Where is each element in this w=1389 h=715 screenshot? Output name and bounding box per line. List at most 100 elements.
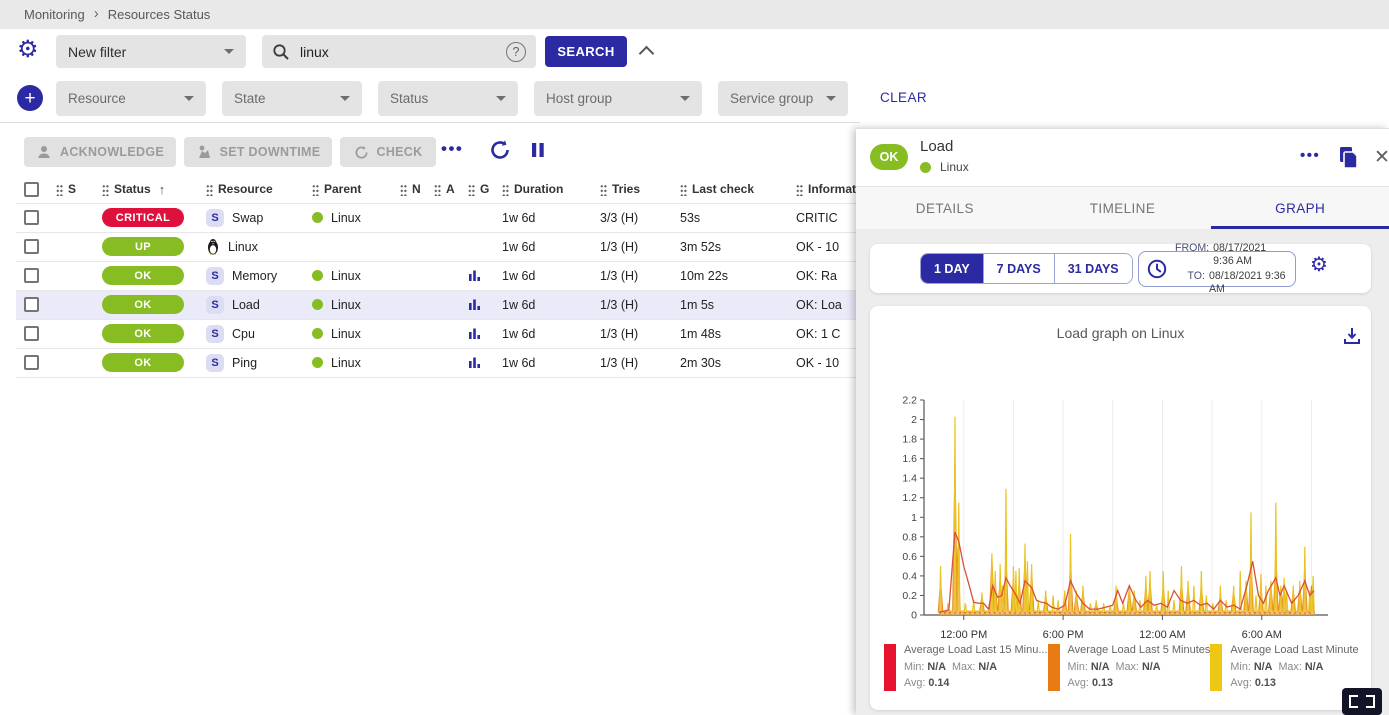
- row-checkbox[interactable]: [24, 239, 39, 254]
- tab-timeline[interactable]: TIMELINE: [1034, 187, 1212, 229]
- export-graph-icon[interactable]: [1343, 327, 1361, 345]
- panel-more-actions-icon[interactable]: •••: [1300, 147, 1320, 164]
- set-downtime-button[interactable]: SET DOWNTIME: [184, 137, 332, 167]
- column-header-parent[interactable]: Parent: [324, 182, 361, 196]
- column-drag-handle[interactable]: [680, 183, 687, 196]
- parent-name[interactable]: Linux: [331, 269, 361, 283]
- search-help-icon[interactable]: ?: [506, 42, 526, 62]
- column-header-status[interactable]: Status: [114, 182, 151, 196]
- pause-icon[interactable]: [529, 141, 547, 159]
- column-header-tries[interactable]: Tries: [612, 182, 640, 196]
- column-drag-handle[interactable]: [56, 183, 63, 196]
- sort-asc-icon[interactable]: ↑: [159, 182, 166, 197]
- more-actions-icon[interactable]: •••: [441, 139, 463, 159]
- resource-name[interactable]: Swap: [232, 211, 263, 225]
- column-drag-handle[interactable]: [434, 183, 441, 196]
- time-range-1-day-button[interactable]: 1 DAY: [921, 254, 983, 283]
- row-checkbox[interactable]: [24, 210, 39, 225]
- refresh-icon[interactable]: [489, 139, 511, 161]
- parent-name[interactable]: Linux: [331, 327, 361, 341]
- load-chart[interactable]: 00.20.40.60.811.21.41.61.822.212:00 PM6:…: [876, 388, 1346, 646]
- duration-cell: 1w 6d: [502, 319, 600, 348]
- tab-graph[interactable]: GRAPH: [1211, 187, 1389, 229]
- person-icon: [36, 144, 52, 160]
- graph-icon[interactable]: [468, 356, 481, 369]
- filter-select-state[interactable]: State: [222, 81, 362, 116]
- breadcrumb-item-resources-status[interactable]: Resources Status: [108, 7, 211, 22]
- panel-parent-label: Linux: [940, 160, 969, 174]
- close-panel-icon[interactable]: ✕: [1374, 146, 1389, 169]
- parent-name[interactable]: Linux: [331, 356, 361, 370]
- filter-settings-gear-icon[interactable]: ⚙: [17, 38, 39, 62]
- search-button[interactable]: SEARCH: [545, 36, 627, 67]
- copy-link-icon[interactable]: [1338, 146, 1360, 169]
- row-checkbox[interactable]: [24, 268, 39, 283]
- column-header-notes[interactable]: N: [412, 182, 421, 196]
- chevron-down-icon: [340, 96, 350, 101]
- resource-name[interactable]: Load: [232, 298, 260, 312]
- time-range-7-days-button[interactable]: 7 DAYS: [983, 254, 1054, 283]
- panel-title: Load: [920, 138, 953, 155]
- resource-name[interactable]: Cpu: [232, 327, 255, 341]
- row-checkbox[interactable]: [24, 326, 39, 341]
- legend-item-load1[interactable]: Average Load Last Minute Min: N/A Max: N…: [1210, 642, 1364, 691]
- status-badge: OK: [102, 295, 184, 314]
- check-button[interactable]: CHECK: [340, 137, 436, 167]
- column-drag-handle[interactable]: [468, 183, 475, 196]
- table-row[interactable]: OKSCpuLinux1w 6d1/3 (H)1m 48sOK: 1 C: [16, 319, 956, 348]
- graph-icon[interactable]: [468, 269, 481, 282]
- resource-name[interactable]: Memory: [232, 269, 277, 283]
- time-range-31-days-button[interactable]: 31 DAYS: [1054, 254, 1132, 283]
- row-checkbox[interactable]: [24, 355, 39, 370]
- table-row[interactable]: OKSMemoryLinux1w 6d1/3 (H)10m 22sOK: Ra: [16, 261, 956, 290]
- filter-select-resource[interactable]: Resource: [56, 81, 206, 116]
- resources-table: S Status ↑ Resource Parent N A G Duration…: [16, 176, 956, 378]
- filter-preset-select[interactable]: New filter: [56, 35, 246, 68]
- acknowledge-button[interactable]: ACKNOWLEDGE: [24, 137, 176, 167]
- column-header-action[interactable]: A: [446, 182, 455, 196]
- graph-icon[interactable]: [468, 298, 481, 311]
- column-header-graph[interactable]: G: [480, 182, 489, 196]
- collapse-filters-chevron-icon[interactable]: [639, 46, 655, 62]
- table-row[interactable]: CRITICALSSwapLinux1w 6d3/3 (H)53sCRITIC: [16, 203, 956, 232]
- table-row[interactable]: UPLinux1w 6d1/3 (H)3m 52sOK - 10: [16, 232, 956, 261]
- column-header-severity[interactable]: S: [68, 182, 76, 196]
- column-header-resource[interactable]: Resource: [218, 182, 273, 196]
- column-header-last-check[interactable]: Last check: [692, 182, 754, 196]
- select-all-checkbox[interactable]: [24, 182, 39, 197]
- search-input[interactable]: [300, 44, 506, 60]
- table-row[interactable]: OKSLoadLinux1w 6d1/3 (H)1m 5sOK: Loa: [16, 290, 956, 319]
- resource-name[interactable]: Ping: [232, 356, 257, 370]
- fullscreen-icon[interactable]: [1342, 688, 1382, 715]
- filter-select-status[interactable]: Status: [378, 81, 518, 116]
- breadcrumb-item-monitoring[interactable]: Monitoring: [24, 7, 85, 22]
- parent-name[interactable]: Linux: [331, 211, 361, 225]
- clear-filters-button[interactable]: CLEAR: [880, 90, 927, 105]
- row-checkbox[interactable]: [24, 297, 39, 312]
- column-drag-handle[interactable]: [206, 183, 213, 196]
- column-drag-handle[interactable]: [600, 183, 607, 196]
- add-filter-button[interactable]: +: [17, 85, 43, 111]
- filter-preset-label: New filter: [68, 44, 126, 60]
- custom-date-range-picker[interactable]: FROM:08/17/2021 9:36 AM TO:08/18/2021 9:…: [1138, 251, 1296, 287]
- legend-item-load15[interactable]: Average Load Last 15 Minu... Min: N/A Ma…: [884, 642, 1048, 691]
- tries-cell: 1/3 (H): [600, 319, 680, 348]
- tab-details[interactable]: DETAILS: [856, 187, 1034, 229]
- search-box[interactable]: ?: [262, 35, 536, 68]
- column-drag-handle[interactable]: [102, 183, 109, 196]
- column-drag-handle[interactable]: [502, 183, 509, 196]
- column-drag-handle[interactable]: [796, 183, 803, 196]
- table-row[interactable]: OKSPingLinux1w 6d1/3 (H)2m 30sOK - 10: [16, 348, 956, 377]
- resource-name[interactable]: Linux: [228, 240, 258, 254]
- column-drag-handle[interactable]: [400, 183, 407, 196]
- parent-name[interactable]: Linux: [331, 298, 361, 312]
- filter-select-host-group[interactable]: Host group: [534, 81, 702, 116]
- graph-settings-gear-icon[interactable]: ⚙: [1310, 255, 1328, 275]
- column-header-duration[interactable]: Duration: [514, 182, 563, 196]
- status-badge: OK: [870, 144, 908, 170]
- legend-item-load5[interactable]: Average Load Last 5 Minutes Min: N/A Max…: [1048, 642, 1211, 691]
- column-drag-handle[interactable]: [312, 183, 319, 196]
- duration-cell: 1w 6d: [502, 232, 600, 261]
- filter-select-service-group[interactable]: Service group: [718, 81, 848, 116]
- graph-icon[interactable]: [468, 327, 481, 340]
